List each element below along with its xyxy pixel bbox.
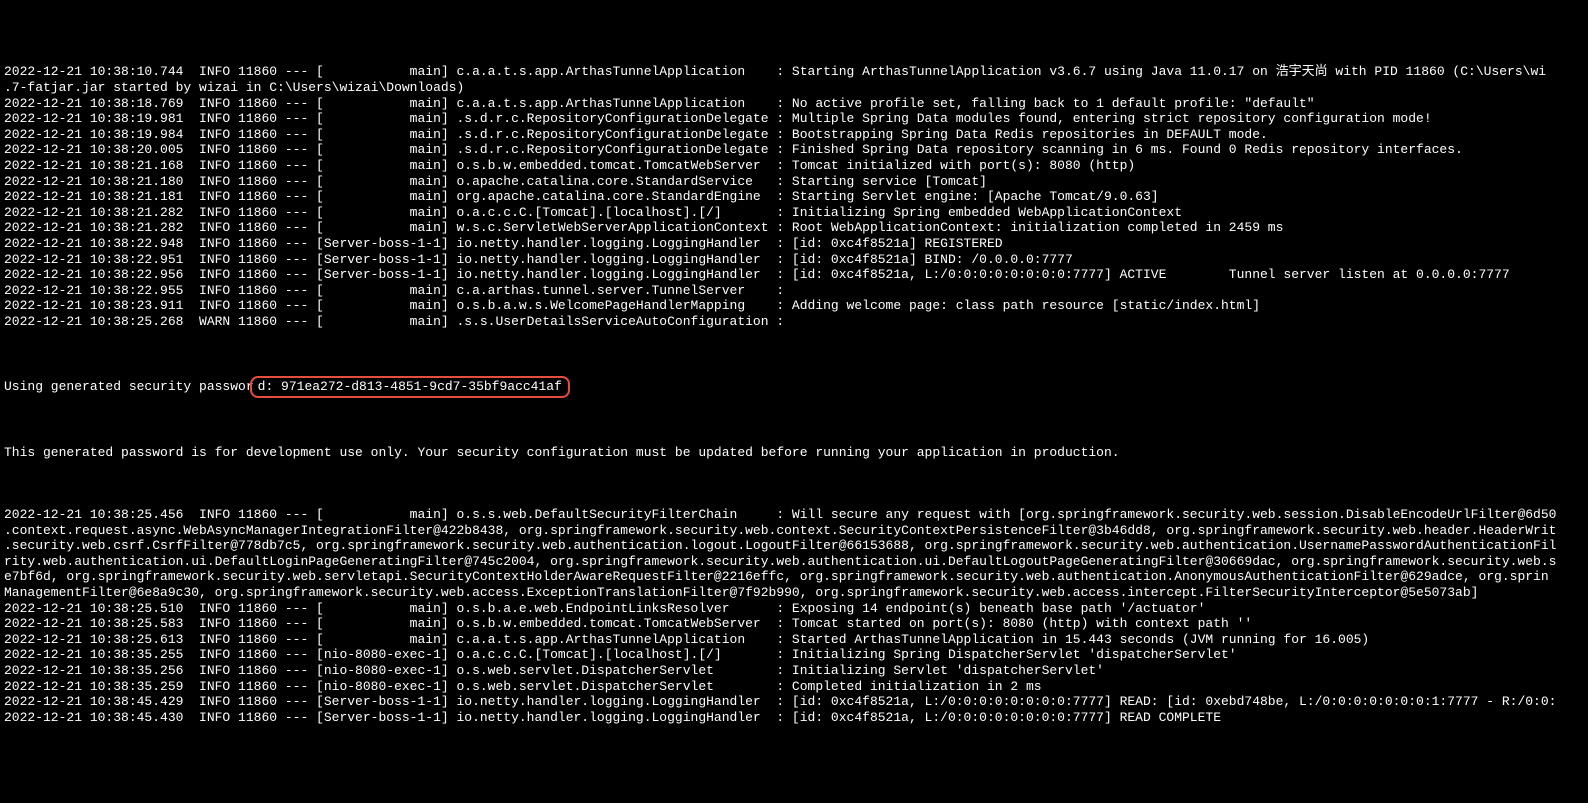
log-line: 2022-12-21 10:38:19.981 INFO 11860 --- […	[4, 111, 1584, 127]
log-line: 2022-12-21 10:38:22.951 INFO 11860 --- […	[4, 252, 1584, 268]
log-line: 2022-12-21 10:38:22.955 INFO 11860 --- […	[4, 283, 1584, 299]
log-line: .context.request.async.WebAsyncManagerIn…	[4, 523, 1584, 539]
blank-line	[4, 345, 1584, 361]
log-line: 2022-12-21 10:38:25.613 INFO 11860 --- […	[4, 632, 1584, 648]
password-prefix: Using generated security passwor	[4, 379, 254, 394]
log-line: 2022-12-21 10:38:21.282 INFO 11860 --- […	[4, 205, 1584, 221]
log-line: 2022-12-21 10:38:20.005 INFO 11860 --- […	[4, 142, 1584, 158]
dev-warning-line: This generated password is for developme…	[4, 445, 1584, 461]
log-line: ManagementFilter@6e8a9c30, org.springfra…	[4, 585, 1584, 601]
log-line: 2022-12-21 10:38:45.430 INFO 11860 --- […	[4, 710, 1584, 726]
log-line: 2022-12-21 10:38:22.948 INFO 11860 --- […	[4, 236, 1584, 252]
log-line: 2022-12-21 10:38:25.583 INFO 11860 --- […	[4, 616, 1584, 632]
log-line: 2022-12-21 10:38:21.181 INFO 11860 --- […	[4, 189, 1584, 205]
log-output-before: 2022-12-21 10:38:10.744 INFO 11860 --- […	[4, 64, 1584, 329]
log-line: 2022-12-21 10:38:35.259 INFO 11860 --- […	[4, 679, 1584, 695]
password-line: Using generated security password: 971ea…	[4, 376, 1584, 398]
log-line: rity.web.authentication.ui.DefaultLoginP…	[4, 554, 1584, 570]
log-line: e7bf6d, org.springframework.security.web…	[4, 569, 1584, 585]
log-line: 2022-12-21 10:38:25.456 INFO 11860 --- […	[4, 507, 1584, 523]
log-line: 2022-12-21 10:38:25.268 WARN 11860 --- […	[4, 314, 1584, 330]
log-line: 2022-12-21 10:38:21.168 INFO 11860 --- […	[4, 158, 1584, 174]
blank-line	[4, 413, 1584, 429]
log-line: 2022-12-21 10:38:22.956 INFO 11860 --- […	[4, 267, 1584, 283]
log-line: 2022-12-21 10:38:23.911 INFO 11860 --- […	[4, 298, 1584, 314]
log-line: 2022-12-21 10:38:10.744 INFO 11860 --- […	[4, 64, 1584, 80]
log-line: 2022-12-21 10:38:18.769 INFO 11860 --- […	[4, 96, 1584, 112]
log-line: 2022-12-21 10:38:45.429 INFO 11860 --- […	[4, 694, 1584, 710]
log-line: 2022-12-21 10:38:35.255 INFO 11860 --- […	[4, 647, 1584, 663]
log-output-after: 2022-12-21 10:38:25.456 INFO 11860 --- […	[4, 507, 1584, 725]
log-line: 2022-12-21 10:38:19.984 INFO 11860 --- […	[4, 127, 1584, 143]
password-highlight: d: 971ea272-d813-4851-9cd7-35bf9acc41af	[250, 376, 570, 398]
log-line: .7-fatjar.jar started by wizai in C:\Use…	[4, 80, 1584, 96]
log-line: .security.web.csrf.CsrfFilter@778db7c5, …	[4, 538, 1584, 554]
log-line: 2022-12-21 10:38:25.510 INFO 11860 --- […	[4, 601, 1584, 617]
log-line: 2022-12-21 10:38:21.180 INFO 11860 --- […	[4, 174, 1584, 190]
log-line: 2022-12-21 10:38:21.282 INFO 11860 --- […	[4, 220, 1584, 236]
blank-line	[4, 476, 1584, 492]
log-line: 2022-12-21 10:38:35.256 INFO 11860 --- […	[4, 663, 1584, 679]
